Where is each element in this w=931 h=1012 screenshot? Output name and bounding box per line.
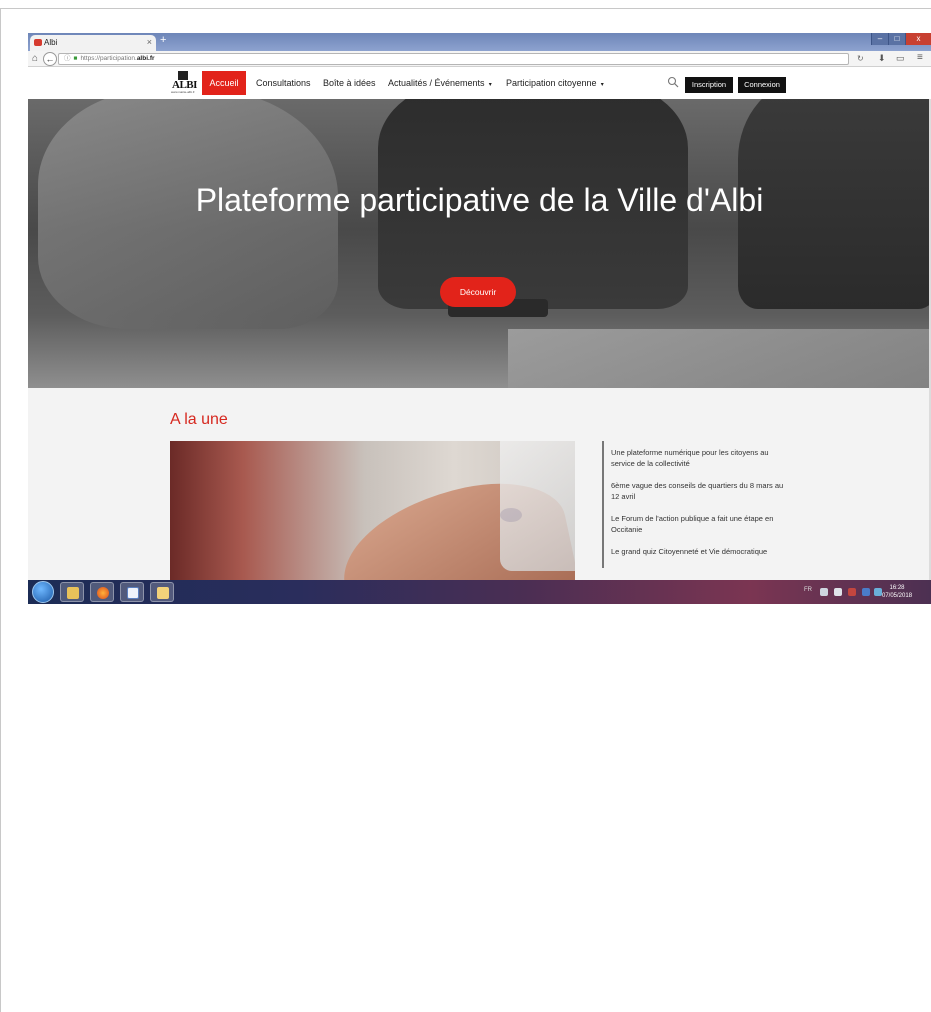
decouvrir-button[interactable]: Découvrir xyxy=(440,277,516,307)
hero-title: Plateforme participative de la Ville d'A… xyxy=(195,182,764,218)
reload-icon[interactable]: ↻ xyxy=(857,54,864,63)
nav-actualites-label: Actualités / Événements xyxy=(388,78,485,88)
nav-consultations[interactable]: Consultations xyxy=(256,71,311,95)
section-title: A la une xyxy=(170,411,228,428)
network-icon[interactable] xyxy=(820,588,828,596)
news-item[interactable]: Le grand quiz Citoyenneté et Vie démocra… xyxy=(611,546,787,557)
hero-banner: Plateforme participative de la Ville d'A… xyxy=(28,99,931,388)
clock-date: 07/05/2018 xyxy=(882,593,913,599)
window-controls: – □ x xyxy=(871,33,931,45)
firefox-icon[interactable] xyxy=(90,582,114,602)
security-icon[interactable] xyxy=(848,588,856,596)
nav-boite-a-idees[interactable]: Boîte à idées xyxy=(323,71,376,95)
system-clock[interactable]: 16:28 07/05/2018 xyxy=(882,584,912,600)
connexion-button[interactable]: Connexion xyxy=(738,77,786,93)
new-tab-button[interactable]: + xyxy=(160,34,166,46)
nav-participation[interactable]: Participation citoyenne ▾ xyxy=(506,71,604,95)
menu-icon[interactable]: ≡ xyxy=(917,52,923,63)
clock-time: 16:28 xyxy=(889,585,905,591)
hero-photo-table-map xyxy=(508,329,931,388)
tray-app-icon[interactable] xyxy=(862,588,870,596)
tray-app-icon[interactable] xyxy=(874,588,882,596)
news-item[interactable]: 6ème vague des conseils de quartiers du … xyxy=(611,480,787,502)
close-tab-icon[interactable]: × xyxy=(147,37,152,47)
language-indicator[interactable]: FR xyxy=(804,587,812,593)
url-domain: albi.fr xyxy=(136,55,155,62)
windows-taskbar: FR 16:28 07/05/2018 xyxy=(28,580,931,604)
site-header: ALBI www.mairie-albi.fr Accueil Consulta… xyxy=(28,67,931,99)
library-icon[interactable]: ▭ xyxy=(896,53,905,64)
browser-window: Albi × + – □ x ⌂ ← ⓘ ■ https://participati… xyxy=(28,33,931,604)
news-list: Une plateforme numérique pour les citoye… xyxy=(602,441,787,568)
maximize-button[interactable]: □ xyxy=(888,33,905,45)
home-icon[interactable]: ⌂ xyxy=(32,53,38,64)
nav-participation-label: Participation citoyenne xyxy=(506,78,597,88)
search-icon[interactable] xyxy=(667,76,679,88)
folder-icon[interactable] xyxy=(150,582,174,602)
tab-albi[interactable]: Albi × xyxy=(30,35,156,51)
nav-actualites[interactable]: Actualités / Événements ▾ xyxy=(388,71,492,95)
lock-icon: ■ xyxy=(73,55,78,62)
tab-bar: Albi × + – □ x xyxy=(28,33,931,51)
tab-title: Albi xyxy=(44,38,58,47)
news-item[interactable]: Le Forum de l'action publique a fait une… xyxy=(611,513,787,535)
inscription-button[interactable]: Inscription xyxy=(685,77,733,93)
favicon-icon xyxy=(34,39,42,46)
explorer-icon[interactable] xyxy=(60,582,84,602)
nav-accueil[interactable]: Accueil xyxy=(202,71,246,95)
feature-image[interactable] xyxy=(170,441,575,584)
info-icon[interactable]: ⓘ xyxy=(64,55,71,62)
url-prefix: https://participation. xyxy=(80,55,137,62)
document-icon[interactable] xyxy=(120,582,144,602)
browser-toolbar: ⌂ ← ⓘ ■ https://participation.albi.fr ↻ ⬇ … xyxy=(28,51,931,67)
download-icon[interactable]: ⬇ xyxy=(878,53,886,64)
windows-start-icon[interactable] xyxy=(32,581,54,603)
logo-url: www.mairie-albi.fr xyxy=(171,90,195,94)
url-bar[interactable]: ⓘ ■ https://participation.albi.fr xyxy=(58,53,849,65)
image-screen xyxy=(500,441,575,571)
albi-logo[interactable]: ALBI www.mairie-albi.fr xyxy=(169,71,201,95)
back-arrow-icon[interactable]: ← xyxy=(43,52,57,66)
minimize-button[interactable]: – xyxy=(871,33,888,45)
volume-icon[interactable] xyxy=(834,588,842,596)
caret-down-icon: ▾ xyxy=(487,82,492,88)
close-window-button[interactable]: x xyxy=(905,33,931,45)
news-item[interactable]: Une plateforme numérique pour les citoye… xyxy=(611,447,787,469)
caret-down-icon: ▾ xyxy=(599,82,604,88)
content-section: A la une Une plateforme numérique pour l… xyxy=(28,388,931,584)
